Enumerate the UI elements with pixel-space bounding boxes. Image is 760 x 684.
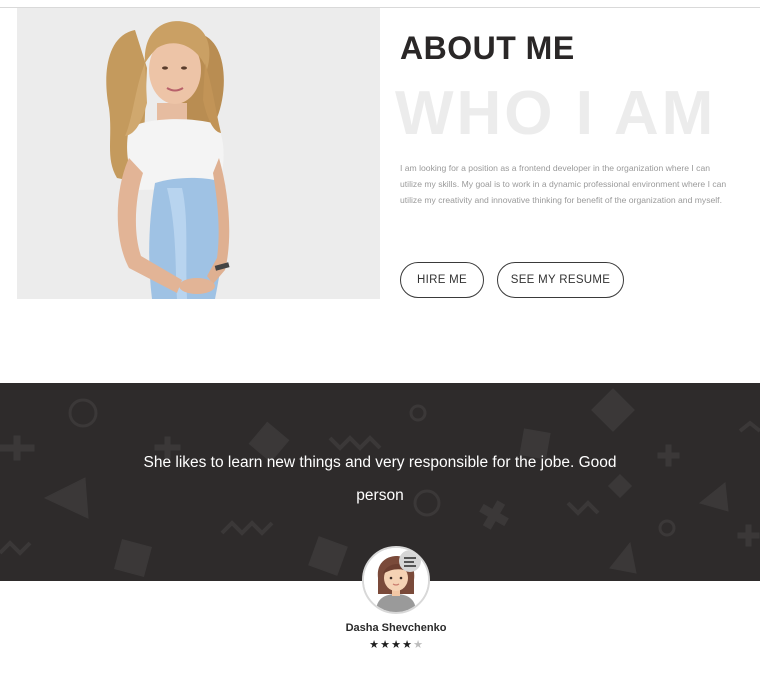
reviewer-name: Dasha Shevchenko [345,622,447,634]
star-icon: ★ [369,639,379,651]
star-icon: ★ [380,639,390,651]
star-icon: ★ [413,639,423,651]
star-icon: ★ [391,639,401,651]
hire-me-button[interactable]: HIRE ME [400,262,484,298]
profile-photo [17,8,380,299]
who-i-am-watermark: WHO I AM [395,79,717,148]
rating-stars: ★★★★★ [346,638,446,651]
testimonial-quote: She likes to learn new things and very r… [143,454,617,504]
reviewer-avatar [362,546,430,614]
see-resume-button[interactable]: SEE MY RESUME [497,262,624,298]
star-icon: ★ [402,639,412,651]
about-heading: ABOUT ME [400,30,575,66]
bio-text: I am looking for a position as a fronten… [400,163,727,206]
